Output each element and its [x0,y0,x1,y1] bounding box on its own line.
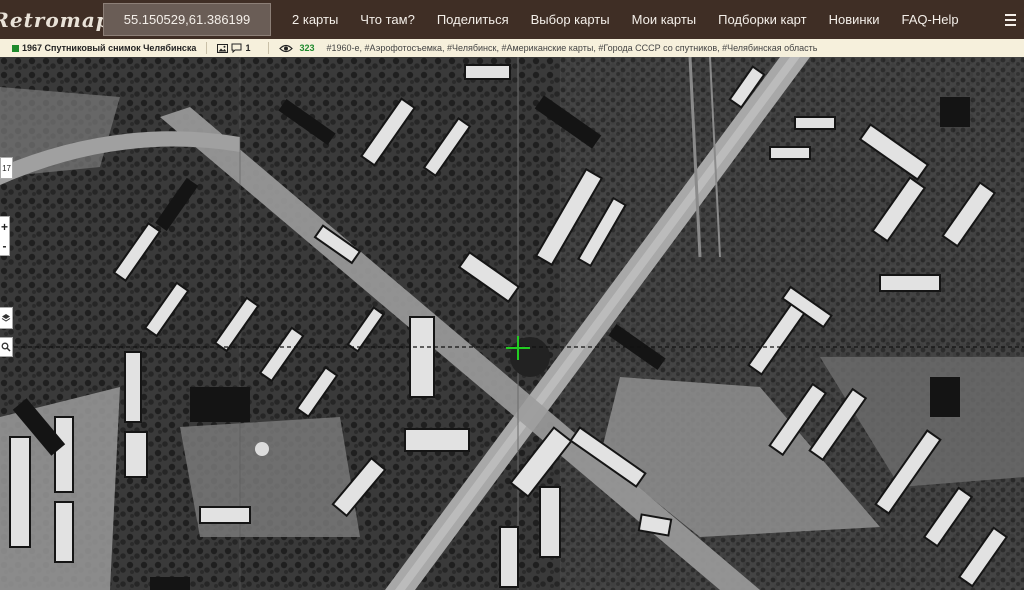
coordinates-display[interactable]: 55.150529,61.386199 [103,3,271,36]
nav-whats-there[interactable]: Что там? [349,12,426,27]
comment-icon[interactable] [231,43,242,53]
map-info-bar: 1967 Спутниковый снимок Челябинска 1 323… [0,39,1024,57]
top-navigation-bar: Retromap 55.150529,61.386199 2 карты Что… [0,0,1024,39]
nav-my-maps[interactable]: Мои карты [621,12,708,27]
image-icon[interactable] [217,43,229,53]
zoom-out-button[interactable]: - [3,239,7,253]
satellite-image[interactable] [0,57,1024,590]
divider [268,42,270,54]
layers-icon[interactable] [0,307,13,329]
comments-count: 1 [245,43,251,53]
nav-news[interactable]: Новинки [818,12,891,27]
map-tags[interactable]: #1960-е, #Аэрофотосъемка, #Челябинск, #А… [327,43,818,53]
zoom-in-button[interactable]: + [1,220,8,234]
zoom-level: 17 [0,157,13,179]
search-icon[interactable] [0,337,13,357]
nav-choose-map[interactable]: Выбор карты [520,12,621,27]
eye-icon [279,44,294,53]
nav-two-maps[interactable]: 2 карты [281,12,349,27]
satellite-map[interactable]: 17 + - [0,57,1024,590]
nav-faq-help[interactable]: FAQ-Help [891,12,970,27]
main-nav: 2 карты Что там? Поделиться Выбор карты … [281,0,970,39]
views-count: 323 [299,43,315,53]
zoom-control: + - [0,216,10,256]
site-logo[interactable]: Retromap [0,0,110,39]
divider [206,42,208,54]
nav-share[interactable]: Поделиться [426,12,520,27]
hamburger-icon[interactable] [997,0,1024,39]
nav-map-collections[interactable]: Подборки карт [707,12,817,27]
map-color-swatch [12,44,19,52]
map-title[interactable]: 1967 Спутниковый снимок Челябинска [22,43,196,53]
